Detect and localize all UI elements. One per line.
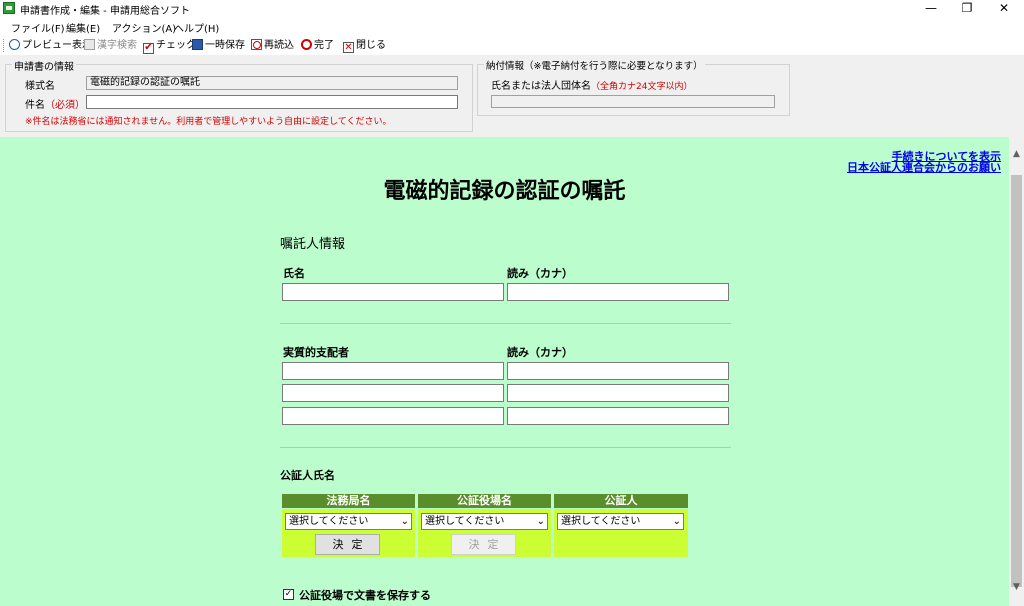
name-label: 氏名 <box>283 267 305 280</box>
preview-icon <box>9 39 20 50</box>
form-content: 手続きについてを表示 日本公証人連合会からのお願い 電磁的記録の認証の嘱託 嘱託… <box>0 137 1009 606</box>
kanji-search-icon <box>84 39 95 50</box>
menu-edit[interactable]: 編集(E) <box>66 20 100 35</box>
checkmark-icon: ✔ <box>143 42 154 54</box>
notary-office-header: 公証役場名 <box>418 494 551 508</box>
beneficial-owner-kana-input-3[interactable] <box>507 407 729 425</box>
scroll-up-icon[interactable]: ▲ <box>1009 146 1024 162</box>
requester-name-input[interactable] <box>282 283 504 301</box>
restore-button[interactable]: ❐ <box>952 0 982 17</box>
chevron-down-icon: ⌄ <box>672 516 681 527</box>
office-cell: 選択してください ⌄ 決定 <box>418 509 551 557</box>
form-name-label: 様式名 <box>25 81 55 92</box>
divider <box>280 447 731 448</box>
subject-input[interactable] <box>86 95 458 109</box>
subject-label: 件名（必須） <box>25 100 85 111</box>
checkmark-icon: ✓ <box>284 589 293 599</box>
requester-section-title: 嘱託人情報 <box>280 237 346 252</box>
payment-info-group: 納付情報（※電子納付を行う際に必要となります） 氏名または法人団体名（全角カナ2… <box>477 58 790 116</box>
application-info-group: 申請書の情報 様式名 電磁的記録の認証の嘱託 件名（必須） ※件名は法務省には通… <box>5 58 473 132</box>
close-form-button[interactable]: ✕ 閉じる <box>343 38 386 53</box>
complete-circle-icon <box>301 39 312 50</box>
reload-button[interactable]: 再読込 <box>251 38 294 53</box>
title-bar: 申請書作成・編集 - 申請用総合ソフト — ❐ ✕ <box>0 0 1024 17</box>
required-mark: （必須） <box>45 100 85 111</box>
payer-name-label: 氏名または法人団体名（全角カナ24文字以内） <box>491 81 693 92</box>
beneficial-owner-name-input-3[interactable] <box>282 407 504 425</box>
payment-info-title: 納付情報（※電子納付を行う際に必要となります） <box>484 58 705 72</box>
beneficial-owner-kana-input-1[interactable] <box>507 362 729 380</box>
divider <box>280 323 731 324</box>
chevron-down-icon: ⌄ <box>536 516 545 527</box>
notary-cell: 選択してください ⌄ <box>554 509 688 557</box>
window-title: 申請書作成・編集 - 申請用総合ソフト <box>20 6 190 17</box>
beneficial-owner-name-input-1[interactable] <box>282 362 504 380</box>
name-kana-label: 読み（カナ） <box>507 267 573 280</box>
beneficial-owner-name-input-2[interactable] <box>282 384 504 402</box>
menu-help[interactable]: ヘルプ(H) <box>174 20 219 35</box>
notary-section-title: 公証人氏名 <box>280 469 335 482</box>
requester-kana-input[interactable] <box>507 283 729 301</box>
beneficial-owner-kana-label: 読み（カナ） <box>507 346 573 359</box>
chevron-down-icon: ⌄ <box>400 516 409 527</box>
menu-bar: ファイル(F) 編集(E) アクション(A) ヘルプ(H) <box>0 17 1024 36</box>
subject-note: ※件名は法務省には通知されません。利用者で管理しやすいよう自由に設定してください… <box>25 117 392 127</box>
menu-file[interactable]: ファイル(F) <box>11 20 65 35</box>
legal-affairs-bureau-header: 法務局名 <box>282 494 415 508</box>
temp-save-button[interactable]: 一時保存 <box>192 38 245 53</box>
scroll-down-icon[interactable]: ▼ <box>1009 579 1024 595</box>
save-at-office-checkbox[interactable]: ✓ <box>283 589 294 600</box>
scrollbar-thumb[interactable] <box>1011 175 1022 587</box>
save-at-office-label: 公証役場で文書を保存する <box>299 589 431 602</box>
floppy-disk-icon <box>192 39 203 50</box>
beneficial-owner-kana-input-2[interactable] <box>507 384 729 402</box>
reload-icon <box>251 39 262 50</box>
kanji-search-button[interactable]: 漢字検索 <box>84 38 137 53</box>
complete-button[interactable]: 完了 <box>301 38 334 53</box>
office-select[interactable]: 選択してください ⌄ <box>421 513 548 530</box>
bureau-cell: 選択してください ⌄ 決定 <box>282 509 415 557</box>
close-x-icon: ✕ <box>343 42 354 53</box>
payer-name-field <box>491 95 775 108</box>
notary-select[interactable]: 選択してください ⌄ <box>557 513 684 530</box>
close-window-button[interactable]: ✕ <box>989 0 1019 17</box>
payer-name-hint: （全角カナ24文字以内） <box>591 82 693 92</box>
toolbar: プレビュー表示 漢字検索 ✔ チェック 一時保存 再読込 完了 ✕ 閉じる <box>0 36 1024 55</box>
minimize-button[interactable]: — <box>916 0 946 17</box>
form-name-field: 電磁的記録の認証の嘱託 <box>86 76 458 90</box>
menu-action[interactable]: アクション(A) <box>112 20 176 35</box>
application-info-title: 申請書の情報 <box>12 58 76 73</box>
beneficial-owner-label: 実質的支配者 <box>283 346 349 359</box>
app-icon <box>3 2 15 14</box>
preview-button[interactable]: プレビュー表示 <box>9 38 92 53</box>
bureau-decide-button[interactable]: 決定 <box>315 534 380 555</box>
bureau-select[interactable]: 選択してください ⌄ <box>285 513 412 530</box>
vertical-scrollbar[interactable]: ▲ ▼ <box>1009 137 1024 606</box>
toolbar-grip <box>3 39 6 52</box>
notary-header: 公証人 <box>554 494 688 508</box>
page-title: 電磁的記録の認証の嘱託 <box>383 179 626 204</box>
info-panel: 申請書の情報 様式名 電磁的記録の認証の嘱託 件名（必須） ※件名は法務省には通… <box>0 55 1024 137</box>
office-decide-button[interactable]: 決定 <box>451 534 516 555</box>
check-button[interactable]: ✔ チェック <box>143 38 196 54</box>
